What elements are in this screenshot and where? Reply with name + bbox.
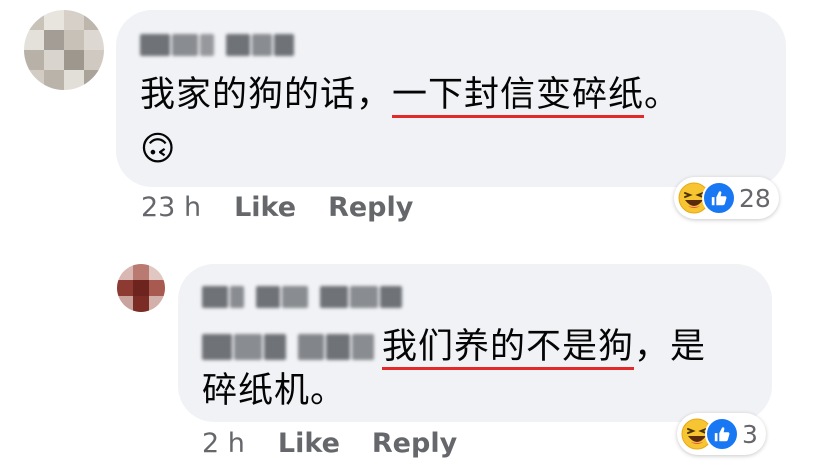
thumbs-up-icon xyxy=(714,427,730,442)
commenter-name-redacted[interactable] xyxy=(140,34,294,56)
reply-button[interactable]: Reply xyxy=(372,428,457,459)
reply-timestamp[interactable]: 2 h xyxy=(202,428,245,459)
reply-actions: 2 h Like Reply xyxy=(202,428,457,459)
comment-bubble: 我家的狗的话，一下封信变碎纸。 🙃 xyxy=(116,10,786,187)
thumbs-up-icon xyxy=(711,191,727,206)
reply-bubble: 我们养的不是狗，是 碎纸机。 xyxy=(178,264,772,422)
reaction-summary[interactable]: 28 xyxy=(674,177,779,219)
comment-text-underlined: 一下封信变碎纸 xyxy=(392,75,645,115)
reply-text-underlined: 我们养的不是狗 xyxy=(382,327,635,367)
like-button[interactable]: Like xyxy=(234,192,296,223)
like-reaction xyxy=(702,181,736,215)
reply-reaction-summary[interactable]: 3 xyxy=(677,413,766,455)
reply-text-line1: 我们养的不是狗，是 xyxy=(382,324,706,370)
replier-avatar[interactable] xyxy=(117,264,165,312)
comment-text-end: 。 xyxy=(644,75,681,115)
comment-text: 我家的狗的话，一下封信变碎纸。 xyxy=(140,72,680,118)
upside-down-face-emoji: 🙃 xyxy=(140,129,177,169)
reaction-count: 3 xyxy=(742,419,758,449)
commenter-avatar[interactable] xyxy=(24,10,104,90)
like-button[interactable]: Like xyxy=(278,428,340,459)
like-reaction xyxy=(705,417,739,451)
comment-actions: 23 h Like Reply xyxy=(141,192,413,223)
reply-text-rest: ，是 xyxy=(634,327,707,367)
replier-name-redacted[interactable] xyxy=(202,286,402,308)
mentioned-name-redacted[interactable] xyxy=(202,334,374,360)
reply-text-line2: 碎纸机。 xyxy=(202,371,347,411)
comment-text-plain: 我家的狗的话， xyxy=(140,75,393,115)
reaction-count: 28 xyxy=(739,183,771,213)
comment-timestamp[interactable]: 23 h xyxy=(141,192,201,223)
reply-button[interactable]: Reply xyxy=(328,192,413,223)
